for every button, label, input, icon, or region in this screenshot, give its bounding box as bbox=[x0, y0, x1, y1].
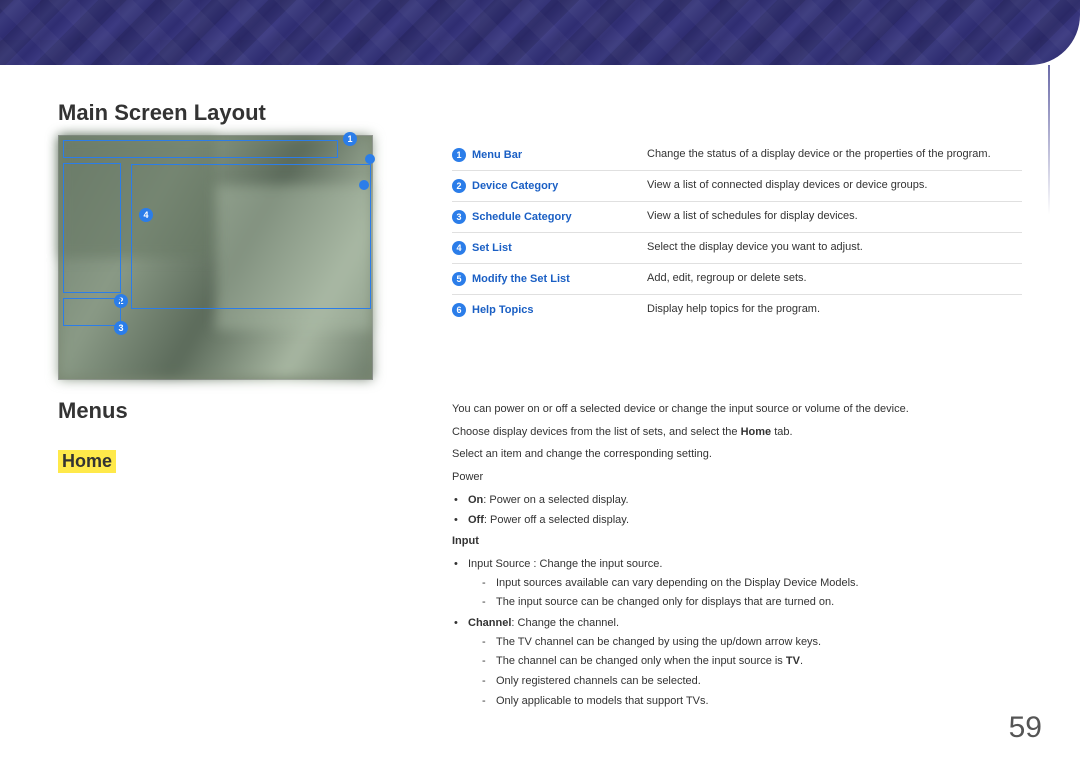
heading-main-screen-layout: Main Screen Layout bbox=[58, 100, 266, 126]
callout-badge-1: 1 bbox=[343, 132, 357, 146]
list-item: The TV channel can be changed by using t… bbox=[496, 633, 1022, 652]
legend-row: 4 Set List Select the display device you … bbox=[452, 233, 1022, 264]
paragraph: You can power on or off a selected devic… bbox=[452, 400, 1022, 419]
list-item: The input source can be changed only for… bbox=[496, 593, 1022, 612]
legend-row: 5 Modify the Set List Add, edit, regroup … bbox=[452, 264, 1022, 295]
legend-label-text: Help Topics bbox=[472, 304, 534, 316]
legend-num-icon: 2 bbox=[452, 179, 466, 193]
legend-desc: Change the status of a display device or… bbox=[647, 148, 1022, 160]
callout-box-3 bbox=[63, 298, 121, 326]
layout-screenshot: 1 4 2 3 bbox=[58, 135, 373, 380]
legend-row: 6 Help Topics Display help topics for the… bbox=[452, 295, 1022, 325]
legend-label-text: Device Category bbox=[472, 180, 558, 192]
legend-row: 2 Device Category View a list of connecte… bbox=[452, 171, 1022, 202]
legend-num-icon: 1 bbox=[452, 148, 466, 162]
body-content: You can power on or off a selected devic… bbox=[452, 400, 1022, 712]
legend-num-icon: 4 bbox=[452, 241, 466, 255]
legend-row: 1 Menu Bar Change the status of a display… bbox=[452, 140, 1022, 171]
legend-num-icon: 6 bbox=[452, 303, 466, 317]
section-head-input: Input bbox=[452, 532, 1022, 551]
legend-row: 3 Schedule Category View a list of schedu… bbox=[452, 202, 1022, 233]
decorative-line bbox=[1048, 65, 1050, 215]
list-item: Off: Power off a selected display. bbox=[468, 511, 1022, 530]
heading-menus: Menus bbox=[58, 398, 128, 424]
page-number: 59 bbox=[1009, 711, 1042, 745]
legend-label-text: Modify the Set List bbox=[472, 273, 570, 285]
legend-label-text: Schedule Category bbox=[472, 211, 572, 223]
list-item: Input sources available can vary dependi… bbox=[496, 574, 1022, 593]
list-item: Only registered channels can be selected… bbox=[496, 672, 1022, 691]
callout-box-1 bbox=[63, 140, 338, 158]
legend-desc: Add, edit, regroup or delete sets. bbox=[647, 272, 1022, 284]
callout-box-2 bbox=[63, 163, 121, 293]
callout-dot-6 bbox=[365, 154, 375, 164]
callout-badge-3: 3 bbox=[114, 321, 128, 335]
callout-dot-5 bbox=[359, 180, 369, 190]
list-item: Channel: Change the channel. The TV chan… bbox=[468, 614, 1022, 710]
legend-desc: Display help topics for the program. bbox=[647, 303, 1022, 315]
legend-desc: View a list of connected display devices… bbox=[647, 179, 1022, 191]
list-item: Only applicable to models that support T… bbox=[496, 692, 1022, 711]
legend-num-icon: 3 bbox=[452, 210, 466, 224]
paragraph: Select an item and change the correspond… bbox=[452, 445, 1022, 464]
legend-num-icon: 5 bbox=[452, 272, 466, 286]
legend-desc: Select the display device you want to ad… bbox=[647, 241, 1022, 253]
list-item: The channel can be changed only when the… bbox=[496, 652, 1022, 671]
callout-badge-4: 4 bbox=[139, 208, 153, 222]
legend-label-text: Menu Bar bbox=[472, 149, 522, 161]
legend-table: 1 Menu Bar Change the status of a display… bbox=[452, 140, 1022, 325]
list-item: Input Source : Change the input source. … bbox=[468, 555, 1022, 612]
paragraph: Choose display devices from the list of … bbox=[452, 423, 1022, 442]
legend-label-text: Set List bbox=[472, 242, 512, 254]
header-pattern bbox=[0, 0, 1080, 65]
callout-box-4 bbox=[131, 164, 371, 309]
heading-home: Home bbox=[58, 450, 116, 473]
list-item: On: Power on a selected display. bbox=[468, 491, 1022, 510]
legend-desc: View a list of schedules for display dev… bbox=[647, 210, 1022, 222]
section-head-power: Power bbox=[452, 468, 1022, 487]
